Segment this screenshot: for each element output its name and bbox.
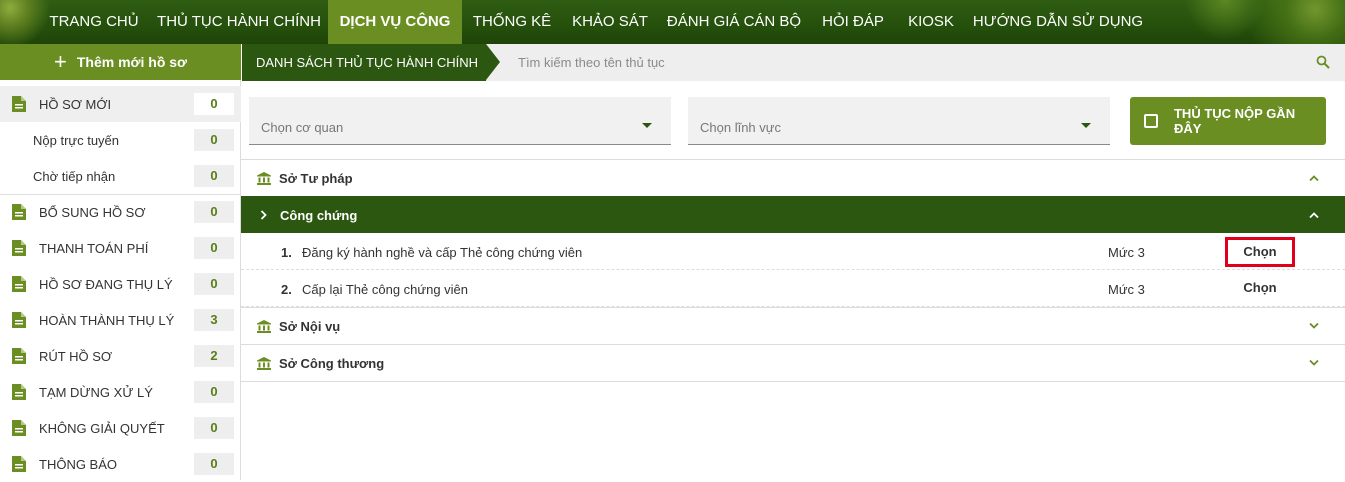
caret-down-icon [642, 123, 652, 128]
choose-button[interactable]: Chọn [1225, 274, 1295, 304]
nav-trang-chu[interactable]: TRANG CHỦ [40, 0, 148, 44]
sidebar-item-label: HOÀN THÀNH THỤ LÝ [39, 312, 175, 328]
sidebar-item-label: TẠM DỪNG XỬ LÝ [39, 384, 153, 400]
count-badge: 3 [194, 309, 234, 331]
nav-kiosk[interactable]: KIOSK [898, 0, 964, 44]
chevron-down-icon[interactable] [1309, 322, 1319, 330]
procedure-number: 2. [281, 282, 292, 297]
procedure-groups: Sở Tư pháp Công chứng 1. Đăng ký hành ng… [241, 159, 1345, 382]
count-badge: 0 [194, 417, 234, 439]
add-new-dossier-button[interactable]: + Thêm mới hồ sơ [0, 44, 241, 80]
breadcrumb-arrow [486, 44, 500, 80]
recent-procedures-label: THỦ TỤC NỘP GẦN ĐÂY [1173, 106, 1296, 136]
agency-select-placeholder: Chọn cơ quan [261, 120, 344, 135]
sidebar-item-label: THANH TOÁN PHÍ [39, 240, 149, 256]
nav-huong-dan-su-dung[interactable]: HƯỚNG DẪN SỬ DỤNG [968, 0, 1148, 44]
nav-thu-tuc-hanh-chinh[interactable]: THỦ TỤC HÀNH CHÍNH [150, 0, 328, 44]
group-title: Sở Nội vụ [279, 318, 341, 334]
document-icon [12, 348, 26, 364]
recent-procedures-button[interactable]: THỦ TỤC NỘP GẦN ĐÂY [1130, 97, 1326, 145]
procedure-number: 1. [281, 245, 292, 260]
procedure-name[interactable]: Cấp lại Thẻ công chứng viên [302, 282, 468, 297]
caret-down-icon [1081, 123, 1091, 128]
sidebar-item-label: HỒ SƠ MỚI [39, 96, 112, 112]
procedure-level: Mức 3 [1108, 245, 1145, 260]
choose-button[interactable]: Chọn [1225, 237, 1295, 267]
field-select-placeholder: Chọn lĩnh vực [700, 120, 781, 135]
search-input[interactable] [506, 44, 1306, 81]
sidebar-item-label: Chờ tiếp nhận [33, 168, 116, 184]
bank-icon [257, 357, 271, 370]
sidebar-item-label: RÚT HỒ SƠ [39, 348, 113, 364]
nav-hoi-dap[interactable]: HỎI ĐÁP [812, 0, 894, 44]
sidebar-item-thanh-toan-phi[interactable]: THANH TOÁN PHÍ 0 [0, 230, 241, 266]
sidebar-item-rut-ho-so[interactable]: RÚT HỒ SƠ 2 [0, 338, 241, 374]
count-badge: 0 [194, 201, 234, 223]
document-icon [12, 420, 26, 436]
sidebar-item-bo-sung-ho-so[interactable]: BỔ SUNG HỒ SƠ 0 [0, 194, 241, 230]
document-icon [12, 384, 26, 400]
chevron-right-icon [260, 210, 267, 220]
nav-thong-ke[interactable]: THỐNG KÊ [464, 0, 560, 44]
document-icon [12, 96, 26, 112]
nav-khao-sat[interactable]: KHẢO SÁT [562, 0, 658, 44]
procedure-name[interactable]: Đăng ký hành nghề và cấp Thẻ công chứng … [302, 245, 582, 260]
plus-icon: + [54, 49, 67, 74]
group-so-noi-vu[interactable]: Sở Nội vụ [241, 307, 1345, 344]
count-badge: 0 [194, 129, 234, 151]
sidebar-item-thong-bao[interactable]: THÔNG BÁO 0 [0, 446, 241, 482]
sidebar-item-label: HỒ SƠ ĐANG THỤ LÝ [39, 276, 173, 292]
sidebar-item-label: Nộp trực tuyến [33, 132, 120, 148]
count-badge: 2 [194, 345, 234, 367]
sidebar-item-ho-so-dang-thu-ly[interactable]: HỒ SƠ ĐANG THỤ LÝ 0 [0, 266, 241, 302]
sidebar-item-label: BỔ SUNG HỒ SƠ [39, 204, 146, 220]
checkbox-icon [1144, 114, 1158, 128]
sidebar-item-cho-tiep-nhan[interactable]: Chờ tiếp nhận 0 [0, 158, 241, 194]
sidebar-item-khong-giai-quyet[interactable]: KHÔNG GIẢI QUYẾT 0 [0, 410, 241, 446]
document-icon [12, 276, 26, 292]
sidebar-item-tam-dung-xu-ly[interactable]: TẠM DỪNG XỬ LÝ 0 [0, 374, 241, 410]
nav-dich-vu-cong[interactable]: DỊCH VỤ CÔNG [328, 0, 462, 44]
sidebar: + Thêm mới hồ sơ HỒ SƠ MỚI 0 Nộp trực tu… [0, 44, 241, 480]
procedure-row: 1. Đăng ký hành nghề và cấp Thẻ công chứ… [241, 233, 1345, 270]
agency-select[interactable]: Chọn cơ quan [249, 97, 671, 145]
sidebar-item-label: THÔNG BÁO [39, 456, 118, 472]
count-badge: 0 [194, 381, 234, 403]
group-title: Sở Tư pháp [279, 170, 353, 186]
sidebar-item-nop-truc-tuyen[interactable]: Nộp trực tuyến 0 [0, 122, 241, 158]
group-title: Sở Công thương [279, 355, 385, 371]
count-badge: 0 [194, 453, 234, 475]
group-so-tu-phap[interactable]: Sở Tư pháp [241, 159, 1345, 196]
add-new-dossier-label: Thêm mới hồ sơ [76, 54, 187, 70]
count-badge: 0 [194, 237, 234, 259]
subgroup-cong-chung[interactable]: Công chứng [241, 196, 1345, 233]
list-header-bar: DANH SÁCH THỦ TỤC HÀNH CHÍNH [242, 44, 1345, 81]
chevron-down-icon[interactable] [1309, 359, 1319, 367]
chevron-up-icon[interactable] [1309, 211, 1319, 219]
count-badge: 0 [194, 93, 234, 115]
group-so-cong-thuong[interactable]: Sở Công thương [241, 344, 1345, 381]
chevron-up-icon[interactable] [1309, 174, 1319, 182]
sidebar-item-label: KHÔNG GIẢI QUYẾT [39, 420, 165, 436]
field-select[interactable]: Chọn lĩnh vực [688, 97, 1110, 145]
count-badge: 0 [194, 273, 234, 295]
breadcrumb: DANH SÁCH THỦ TỤC HÀNH CHÍNH [242, 44, 486, 81]
procedure-level: Mức 3 [1108, 282, 1145, 297]
procedure-row: 2. Cấp lại Thẻ công chứng viên Mức 3 Chọ… [241, 270, 1345, 307]
count-badge: 0 [194, 165, 234, 187]
document-icon [12, 312, 26, 328]
accordion-bottom-border [241, 381, 1345, 382]
search-icon[interactable] [1316, 55, 1330, 69]
document-icon [12, 240, 26, 256]
top-navigation: TRANG CHỦ THỦ TỤC HÀNH CHÍNH DỊCH VỤ CÔN… [0, 0, 1345, 44]
sidebar-item-hoan-thanh-thu-ly[interactable]: HOÀN THÀNH THỤ LÝ 3 [0, 302, 241, 338]
bank-icon [257, 320, 271, 333]
sidebar-item-ho-so-moi[interactable]: HỒ SƠ MỚI 0 [0, 86, 241, 122]
document-icon [12, 456, 26, 472]
document-icon [12, 204, 26, 220]
bank-icon [257, 172, 271, 185]
subgroup-title: Công chứng [280, 207, 358, 223]
nav-danh-gia-can-bo[interactable]: ĐÁNH GIÁ CÁN BỘ [660, 0, 808, 44]
